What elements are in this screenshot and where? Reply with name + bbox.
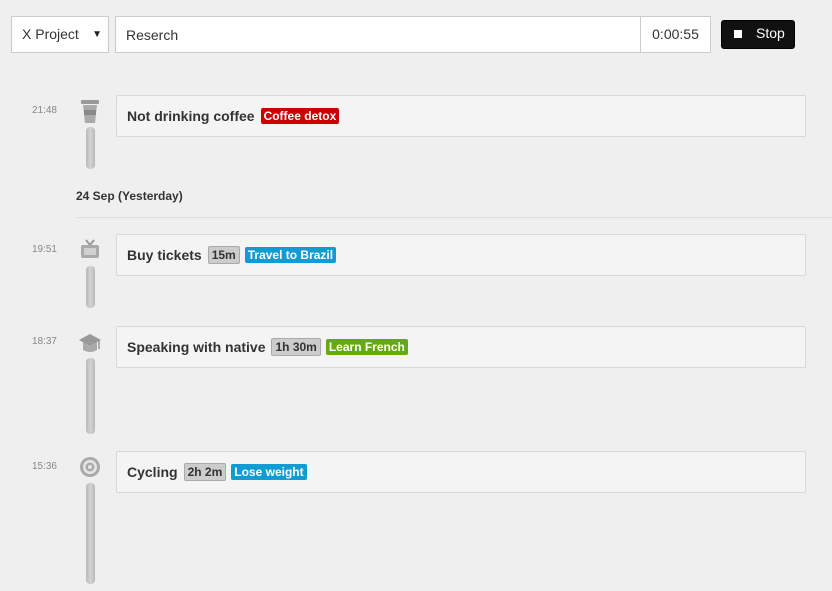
entry-time: 19:51 [31, 244, 57, 255]
timeline-rail [86, 358, 95, 434]
entry-time: 21:48 [31, 105, 57, 116]
stop-button[interactable]: Stop [721, 20, 795, 49]
entry-duration: 2h 2m [183, 463, 227, 481]
date-header: 24 Sep (Yesterday) [76, 189, 183, 203]
coffee-cup-icon [81, 100, 99, 123]
entry-tag[interactable]: Travel to Brazil [244, 247, 337, 263]
tv-icon [81, 239, 99, 258]
entry-duration: 15m [207, 246, 240, 264]
stop-icon [734, 30, 742, 38]
entry-tag[interactable]: Learn French [325, 339, 408, 355]
timer-display: 0:00:55 [640, 17, 710, 52]
entry-time: 18:37 [31, 336, 57, 347]
timeline-rail [86, 127, 95, 169]
chevron-down-icon: ▼ [92, 29, 102, 40]
entry-card[interactable]: Speaking with native 1h 30m Learn French [116, 326, 806, 368]
project-select-value: X Project [22, 26, 79, 42]
entry-tag[interactable]: Coffee detox [260, 108, 340, 124]
project-select[interactable]: X Project ▼ [11, 16, 109, 53]
entry-card[interactable]: Cycling 2h 2m Lose weight [116, 451, 806, 493]
entry-title: Cycling [127, 464, 178, 480]
graduation-cap-icon [79, 334, 101, 352]
entry-tag[interactable]: Lose weight [231, 464, 307, 480]
timeline-rail [86, 266, 95, 308]
entry-card[interactable]: Buy tickets 15m Travel to Brazil [116, 234, 806, 276]
divider [76, 217, 832, 218]
entry-title: Speaking with native [127, 339, 266, 355]
timeline-rail [86, 483, 95, 584]
entry-duration: 1h 30m [271, 338, 321, 356]
task-field: 0:00:55 [115, 16, 711, 53]
entry-card[interactable]: Not drinking coffee Coffee detox [116, 95, 806, 137]
entry-title: Not drinking coffee [127, 108, 255, 124]
entry-time: 15:36 [31, 461, 57, 472]
stop-button-label: Stop [756, 25, 785, 41]
entry-title: Buy tickets [127, 247, 202, 263]
target-icon [80, 457, 100, 477]
task-input[interactable] [116, 17, 642, 52]
